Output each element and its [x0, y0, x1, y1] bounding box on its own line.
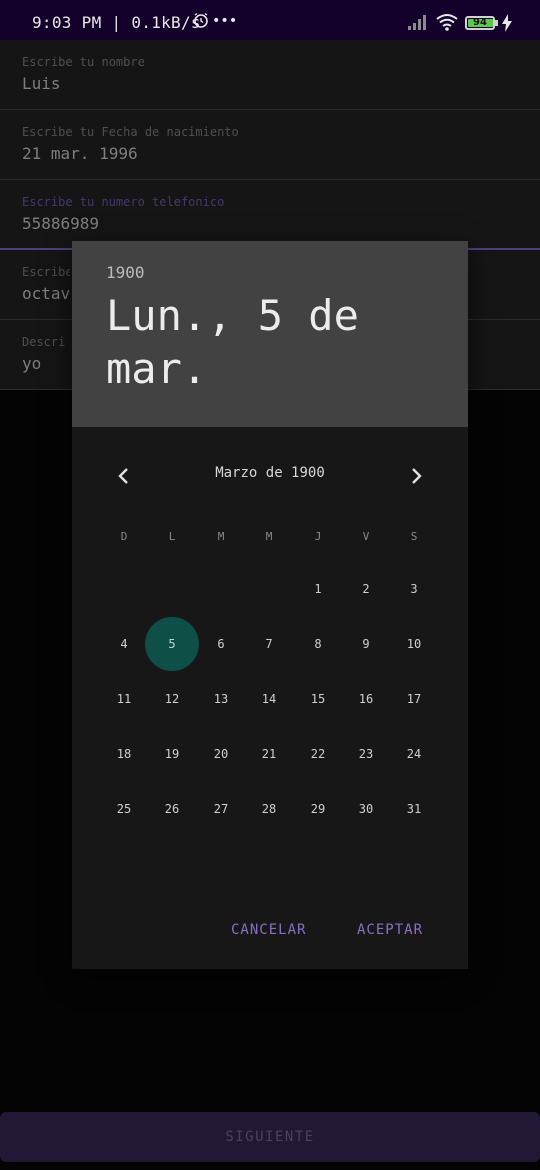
- weekday-label: J: [314, 530, 322, 543]
- calendar-day[interactable]: 27: [194, 782, 248, 836]
- wifi-icon: [436, 14, 458, 31]
- calendar-day[interactable]: 24: [387, 727, 441, 781]
- calendar-day[interactable]: 9: [339, 617, 393, 671]
- header-year[interactable]: 1900: [106, 263, 145, 282]
- calendar-day[interactable]: 12: [145, 672, 199, 726]
- battery-cap: [495, 20, 498, 26]
- battery-icon: 94: [465, 16, 495, 30]
- calendar-day[interactable]: 15: [291, 672, 345, 726]
- dialog-actions: CANCELAR ACEPTAR: [72, 901, 468, 961]
- weekday-label: M: [217, 530, 225, 543]
- weekday-label: D: [120, 530, 128, 543]
- more-notifications-icon: •••: [212, 13, 238, 29]
- calendar-day[interactable]: 16: [339, 672, 393, 726]
- calendar-day[interactable]: 10: [387, 617, 441, 671]
- calendar-day[interactable]: 4: [97, 617, 151, 671]
- calendar-day[interactable]: 20: [194, 727, 248, 781]
- calendar-day[interactable]: 30: [339, 782, 393, 836]
- charging-icon: [502, 14, 512, 32]
- calendar-day[interactable]: 7: [242, 617, 296, 671]
- calendar-day[interactable]: 26: [145, 782, 199, 836]
- date-picker-dialog: 1900 Lun., 5 de mar. Marzo de 1900 D L M M J…: [72, 241, 468, 969]
- calendar-day[interactable]: 31: [387, 782, 441, 836]
- calendar-day[interactable]: 6: [194, 617, 248, 671]
- alarm-icon: [194, 12, 208, 28]
- cancel-button[interactable]: CANCELAR: [231, 922, 306, 938]
- chevron-right-icon[interactable]: [401, 461, 431, 491]
- calendar-day[interactable]: 18: [97, 727, 151, 781]
- battery-level: 94: [473, 17, 487, 28]
- status-bar: 9:03 PM | 0.1kB/s ••• 94: [0, 0, 540, 40]
- calendar-day[interactable]: 13: [194, 672, 248, 726]
- status-time: 9:03 PM | 0.1kB/s: [32, 13, 201, 32]
- calendar-day[interactable]: 25: [97, 782, 151, 836]
- signal-icon: [408, 15, 426, 30]
- calendar-day[interactable]: 11: [97, 672, 151, 726]
- month-navigation: Marzo de 1900: [72, 427, 468, 521]
- calendar-day[interactable]: 8: [291, 617, 345, 671]
- calendar-day[interactable]: 22: [291, 727, 345, 781]
- calendar-day[interactable]: 17: [387, 672, 441, 726]
- calendar-day[interactable]: 21: [242, 727, 296, 781]
- calendar-day[interactable]: 14: [242, 672, 296, 726]
- calendar-day[interactable]: 23: [339, 727, 393, 781]
- next-button[interactable]: SIGUIENTE: [0, 1112, 540, 1162]
- calendar-day[interactable]: 2: [339, 562, 393, 616]
- header-selected-date: Lun., 5 de mar.: [106, 291, 359, 393]
- calendar-day[interactable]: 28: [242, 782, 296, 836]
- weekday-label: S: [410, 530, 418, 543]
- calendar-day[interactable]: 29: [291, 782, 345, 836]
- weekday-label: V: [362, 530, 370, 543]
- calendar-day[interactable]: 1: [291, 562, 345, 616]
- calendar-day[interactable]: 3: [387, 562, 441, 616]
- weekday-label: L: [168, 530, 176, 543]
- weekday-label: M: [265, 530, 273, 543]
- calendar-day[interactable]: 19: [145, 727, 199, 781]
- accept-button[interactable]: ACEPTAR: [357, 922, 423, 938]
- calendar-day-selected[interactable]: 5: [145, 617, 199, 671]
- date-picker-header: 1900 Lun., 5 de mar.: [72, 241, 468, 427]
